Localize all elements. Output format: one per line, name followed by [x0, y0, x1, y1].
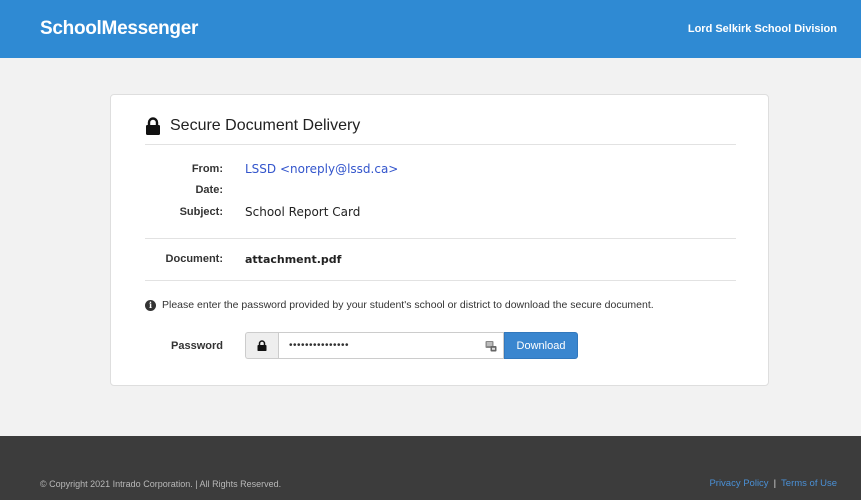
info-icon: i: [145, 299, 156, 311]
from-value[interactable]: LSSD <noreply@lssd.ca>: [245, 162, 398, 176]
footer-separator: |: [773, 478, 777, 489]
footer-links: Privacy Policy | Terms of Use: [709, 478, 837, 500]
password-input-group: ••••••••••••••• Download: [245, 332, 578, 359]
divider: [145, 238, 736, 239]
document-filename: attachment.pdf: [245, 252, 342, 266]
lock-icon: [146, 117, 160, 135]
date-row: Date:: [145, 181, 745, 199]
password-addon: [245, 332, 278, 359]
from-row: From: LSSD <noreply@lssd.ca>: [145, 160, 745, 178]
password-input[interactable]: •••••••••••••••: [278, 332, 504, 359]
date-label: Date:: [195, 184, 223, 196]
copyright-text: © Copyright 2021 Intrado Corporation. | …: [40, 479, 282, 489]
privacy-policy-link[interactable]: Privacy Policy: [709, 478, 768, 489]
district-name: Lord Selkirk School Division: [687, 23, 837, 35]
password-instructions: i Please enter the password provided by …: [145, 299, 745, 311]
subject-value: School Report Card: [245, 205, 361, 219]
subject-label: Subject:: [179, 206, 223, 218]
password-value: •••••••••••••••: [289, 340, 350, 351]
password-row: Password ••••••••••••••• Download: [145, 331, 578, 360]
brand-logo[interactable]: SchoolMessenger: [40, 18, 198, 40]
document-row: Document: attachment.pdf: [145, 250, 745, 268]
divider: [145, 280, 736, 281]
divider: [145, 144, 736, 145]
site-header: SchoolMessenger Lord Selkirk School Divi…: [0, 0, 861, 58]
password-label: Password: [171, 339, 223, 352]
secure-document-card: Secure Document Delivery From: LSSD <nor…: [110, 94, 769, 386]
password-manager-icon[interactable]: [485, 340, 497, 352]
lock-icon: [257, 340, 267, 351]
card-title: Secure Document Delivery: [145, 115, 360, 137]
info-text: Please enter the password provided by yo…: [162, 299, 654, 311]
document-label: Document:: [165, 253, 223, 265]
download-button[interactable]: Download: [504, 332, 578, 359]
site-footer: © Copyright 2021 Intrado Corporation. | …: [0, 436, 861, 500]
terms-of-use-link[interactable]: Terms of Use: [781, 478, 837, 489]
card-title-text: Secure Document Delivery: [170, 117, 361, 134]
from-label: From:: [191, 163, 223, 175]
subject-row: Subject: School Report Card: [145, 203, 745, 221]
